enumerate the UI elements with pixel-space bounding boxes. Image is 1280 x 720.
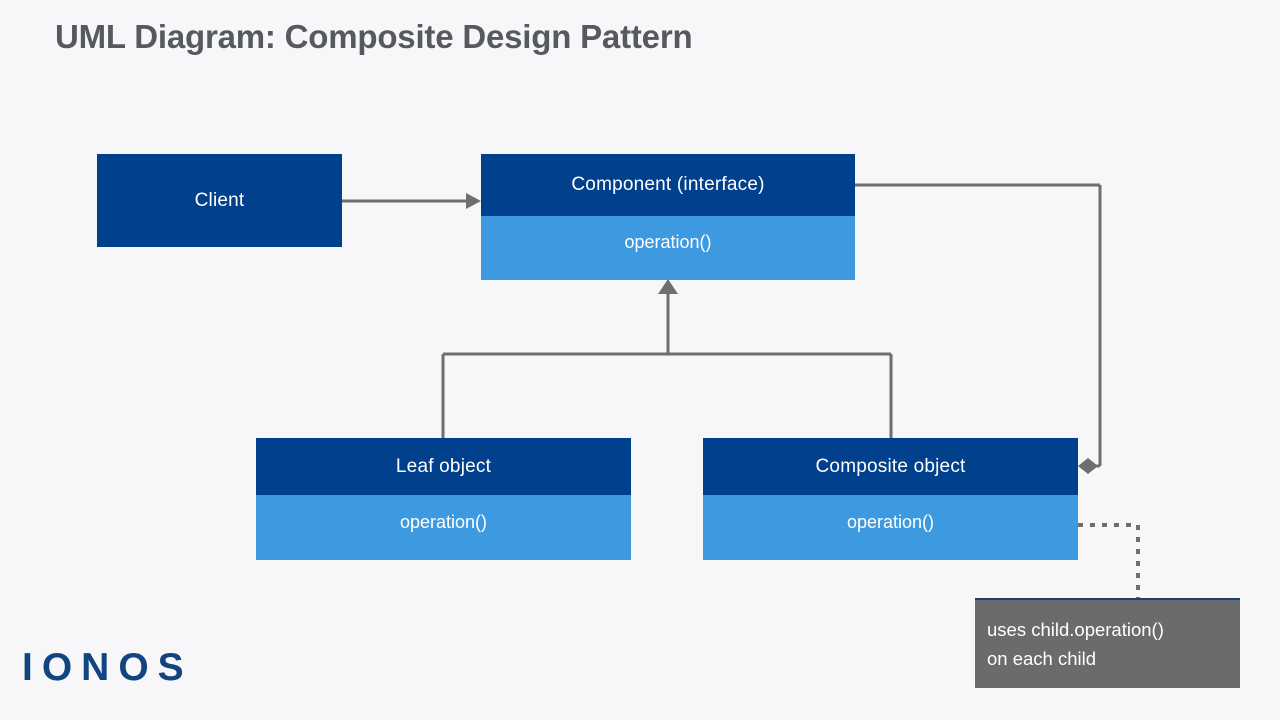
uml-note-line-2: on each child	[987, 648, 1097, 669]
uml-class-composite-object-name: Composite object	[703, 438, 1078, 495]
connector-aggregation-component-to-composite	[855, 183, 1102, 474]
uml-class-component[interactable]: Component (interface) operation()	[481, 154, 855, 280]
uml-class-client-name: Client	[97, 154, 342, 247]
uml-class-composite-object[interactable]: Composite object operation()	[703, 438, 1078, 560]
ionos-logo: IONOS	[22, 646, 193, 689]
diagram-canvas: UML Diagram: Composite Design Pattern Cl…	[0, 0, 1280, 720]
uml-class-component-name: Component (interface)	[481, 154, 855, 216]
uml-class-composite-object-operation: operation()	[703, 495, 1078, 560]
uml-class-client[interactable]: Client	[97, 154, 342, 247]
uml-class-leaf-object-operation: operation()	[256, 495, 631, 560]
connector-client-to-component	[342, 193, 481, 209]
uml-class-leaf-object[interactable]: Leaf object operation()	[256, 438, 631, 560]
uml-class-component-operation: operation()	[481, 216, 855, 280]
connector-note-link	[1078, 523, 1140, 598]
uml-note-line-1: uses child.operation()	[987, 619, 1164, 640]
page-title: UML Diagram: Composite Design Pattern	[55, 18, 693, 55]
connector-generalization-tree	[441, 279, 893, 438]
uml-class-leaf-object-name: Leaf object	[256, 438, 631, 495]
uml-note[interactable]: uses child.operation() on each child	[975, 598, 1240, 688]
